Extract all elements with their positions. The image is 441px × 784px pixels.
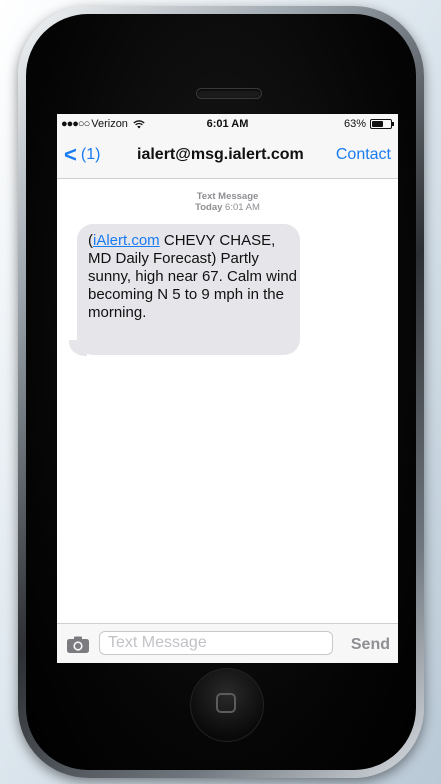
message-time: 6:01 AM <box>225 202 260 213</box>
message-text: (iAlert.com CHEVY CHASE, MD Daily Foreca… <box>88 232 298 322</box>
battery-percent: 63% <box>343 118 366 130</box>
battery-icon <box>370 119 394 129</box>
send-button[interactable]: Send <box>351 636 390 654</box>
contact-button[interactable]: Contact <box>336 146 391 164</box>
message-link[interactable]: iAlert.com <box>93 232 160 249</box>
camera-icon[interactable] <box>66 636 90 654</box>
status-bar: ●●●○○ Verizon 6:01 AM 63% <box>57 114 398 134</box>
conversation-title: ialert@msg.ialert.com <box>137 146 304 163</box>
status-right: 63% <box>343 118 394 130</box>
phone-screen: ●●●○○ Verizon 6:01 AM 63% < (1) ialert@m… <box>57 114 398 663</box>
message-text-field[interactable] <box>99 631 333 655</box>
unread-count: (1) <box>80 146 101 163</box>
message-type-label: Text Message <box>196 191 259 202</box>
earpiece-speaker <box>196 88 262 99</box>
message-timestamp: Text Message Today 6:01 AM <box>57 191 398 213</box>
navigation-bar: < (1) ialert@msg.ialert.com Contact <box>57 134 398 179</box>
message-day: Today <box>195 202 223 213</box>
message-time-line: Today 6:01 AM <box>57 202 398 213</box>
battery-nub <box>392 122 394 126</box>
message-input-bar: Send <box>57 623 398 663</box>
back-button[interactable]: < (1) <box>64 144 100 166</box>
home-square-icon <box>216 693 236 713</box>
back-chevron-icon: < <box>64 142 77 167</box>
battery-fill <box>372 121 384 127</box>
